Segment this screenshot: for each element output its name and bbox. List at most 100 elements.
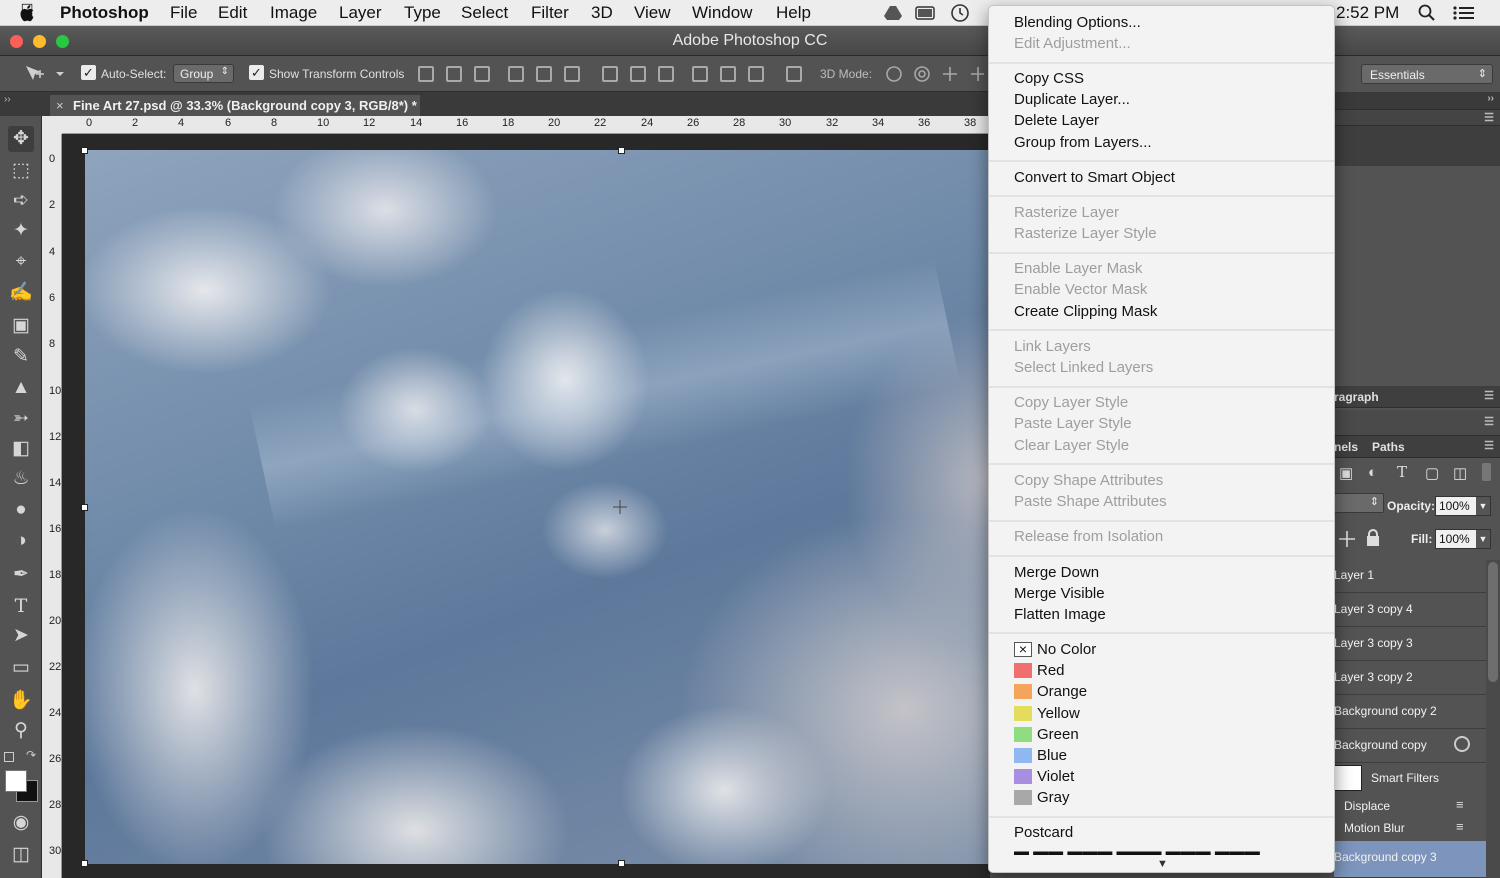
align-top-icon[interactable] — [418, 66, 434, 82]
quick-mask-icon[interactable]: ◉ — [8, 810, 34, 836]
fill-input[interactable]: 100% ▼ — [1435, 529, 1491, 549]
menu-item-gray[interactable]: Gray — [989, 787, 1334, 808]
dodge-tool-icon[interactable]: ◑ — [8, 528, 34, 554]
default-colors-icon[interactable] — [4, 752, 14, 762]
menu-type[interactable]: Type — [404, 3, 441, 23]
align-vertical-center-icon[interactable] — [446, 66, 462, 82]
panel-menu-icon[interactable]: ☰ — [1484, 389, 1494, 402]
workspace-switcher[interactable]: Essentials ⇕ — [1361, 64, 1493, 84]
paint-bucket-tool-icon[interactable]: ♨ — [8, 466, 34, 492]
3d-mode-tools-icon[interactable] — [884, 64, 984, 84]
spotlight-search-icon[interactable] — [1418, 4, 1436, 22]
layer-row[interactable]: Layer 3 copy 2 — [1334, 661, 1486, 695]
lasso-tool-icon[interactable]: ➪ — [8, 188, 34, 214]
menu-item-red[interactable]: Red — [989, 660, 1334, 681]
adjustment-filter-icon[interactable]: ◐ — [1368, 464, 1377, 481]
transform-handle[interactable] — [618, 147, 625, 154]
layer-row[interactable]: Background copy — [1334, 729, 1486, 763]
menu-item-copy-css[interactable]: Copy CSS — [1014, 68, 1084, 89]
hand-tool-icon[interactable]: ✋ — [8, 688, 34, 714]
menu-file[interactable]: File — [170, 3, 197, 23]
transform-handle[interactable] — [618, 860, 625, 867]
menu-edit[interactable]: Edit — [218, 3, 247, 23]
move-tool-icon[interactable]: ✥ — [8, 126, 34, 152]
clone-stamp-tool-icon[interactable]: ▲ — [8, 375, 34, 401]
smart-filter-row[interactable]: Motion Blur ≡ — [1334, 818, 1486, 840]
lock-all-icon[interactable] — [1366, 529, 1380, 547]
opacity-input[interactable]: 100% ▼ — [1435, 496, 1491, 516]
menu-item-group-from-layers[interactable]: Group from Layers... — [1014, 132, 1152, 153]
menu-filter[interactable]: Filter — [531, 3, 569, 23]
distribute-center-icon[interactable] — [630, 66, 646, 82]
image-filter-icon[interactable]: ▣ — [1339, 464, 1353, 482]
distribute-left-icon[interactable] — [692, 66, 708, 82]
menu-item-yellow[interactable]: Yellow — [989, 703, 1334, 724]
chevron-down-icon[interactable]: ▼ — [1476, 530, 1490, 548]
distribute-right-icon[interactable] — [748, 66, 764, 82]
panel-menu-icon[interactable]: ☰ — [1484, 111, 1494, 124]
google-drive-icon[interactable] — [884, 5, 902, 21]
auto-select-checkbox[interactable]: ✓ — [81, 65, 96, 80]
paragraph-tab[interactable]: ragraph — [1334, 390, 1379, 404]
menu-image[interactable]: Image — [270, 3, 317, 23]
battery-icon[interactable] — [915, 5, 937, 21]
smart-filter-row[interactable]: Displace ≡ — [1334, 796, 1486, 818]
menu-item-create-clipping-mask[interactable]: Create Clipping Mask — [1014, 301, 1157, 322]
menu-item-blending-options[interactable]: Blending Options... — [1014, 12, 1141, 33]
history-brush-tool-icon[interactable]: ➳ — [8, 406, 34, 432]
rectangle-tool-icon[interactable]: ▭ — [8, 655, 34, 681]
filter-blending-options-icon[interactable]: ≡ — [1456, 797, 1464, 812]
smart-filters-label[interactable]: Smart Filters — [1371, 771, 1439, 785]
align-bottom-icon[interactable] — [474, 66, 490, 82]
shape-filter-icon[interactable]: ▢ — [1425, 464, 1439, 482]
menu-3d[interactable]: 3D — [591, 3, 613, 23]
menu-item-merge-down[interactable]: Merge Down — [1014, 562, 1099, 583]
layers-scroll-thumb[interactable] — [1488, 562, 1498, 682]
auto-align-icon[interactable] — [786, 66, 802, 82]
horizontal-ruler[interactable]: 0 2 4 6 8 10 12 14 16 18 20 22 24 26 28 … — [62, 116, 990, 134]
menu-item-delete-layer[interactable]: Delete Layer — [1014, 110, 1099, 131]
menu-select[interactable]: Select — [461, 3, 508, 23]
layer-row[interactable]: Layer 3 copy 3 — [1334, 627, 1486, 661]
collapse-arrows-icon[interactable]: ›› — [1487, 93, 1494, 104]
align-horizontal-center-icon[interactable] — [536, 66, 552, 82]
move-tool-preset-icon[interactable] — [24, 64, 64, 84]
chevron-down-icon[interactable]: ▼ — [1476, 497, 1490, 515]
filter-toggle[interactable] — [1482, 463, 1491, 481]
distribute-top-icon[interactable] — [602, 66, 618, 82]
layer-row-selected[interactable]: Background copy 3 — [1334, 841, 1486, 878]
pen-tool-icon[interactable]: ✒ — [8, 562, 34, 588]
menu-view[interactable]: View — [634, 3, 671, 23]
menu-scroll-down-arrow-icon[interactable]: ▼ — [989, 855, 1334, 872]
foreground-color-swatch[interactable] — [5, 770, 27, 792]
crop-tool-icon[interactable]: ⌖ — [8, 249, 34, 275]
menu-app-name[interactable]: Photoshop — [60, 3, 149, 23]
filter-mask-thumbnail[interactable] — [1334, 765, 1362, 791]
paths-tab[interactable]: Paths — [1372, 440, 1405, 454]
notification-center-icon[interactable] — [1453, 5, 1475, 21]
document-canvas-image[interactable] — [85, 150, 990, 864]
type-tool-icon[interactable]: T — [8, 593, 34, 619]
panel-menu-icon[interactable]: ☰ — [1484, 415, 1494, 428]
quick-selection-tool-icon[interactable]: ✦ — [8, 218, 34, 244]
menu-item-blue[interactable]: Blue — [989, 745, 1334, 766]
blend-mode-dropdown[interactable]: ⇕ — [1334, 493, 1384, 513]
menu-layer[interactable]: Layer — [339, 3, 382, 23]
menu-item-postcard[interactable]: Postcard — [1014, 822, 1073, 843]
distribute-hcenter-icon[interactable] — [720, 66, 736, 82]
menu-item-green[interactable]: Green — [989, 724, 1334, 745]
screen-mode-icon[interactable]: ◫ — [8, 842, 34, 868]
healing-brush-tool-icon[interactable]: ▣ — [8, 313, 34, 339]
layer-row[interactable]: Background copy 2 — [1334, 695, 1486, 729]
transform-handle[interactable] — [81, 504, 88, 511]
eraser-tool-icon[interactable]: ◧ — [8, 436, 34, 462]
time-machine-icon[interactable] — [949, 3, 970, 23]
lock-position-icon[interactable] — [1339, 531, 1355, 547]
menu-item-merge-visible[interactable]: Merge Visible — [1014, 583, 1105, 604]
marquee-tool-icon[interactable]: ⬚ — [8, 158, 34, 184]
layer-row[interactable]: Layer 1 — [1334, 559, 1486, 593]
transform-handle[interactable] — [81, 147, 88, 154]
apple-logo-icon[interactable] — [19, 4, 37, 22]
menu-item-violet[interactable]: Violet — [989, 766, 1334, 787]
align-right-icon[interactable] — [564, 66, 580, 82]
